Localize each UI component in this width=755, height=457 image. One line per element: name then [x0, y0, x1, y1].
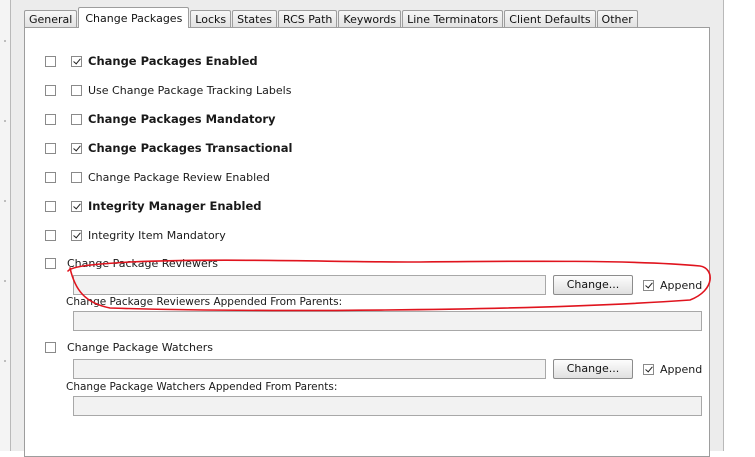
option-row-integrity-manager: Integrity Manager Enabled	[25, 198, 261, 214]
reviewers-append-checkbox[interactable]	[643, 279, 654, 291]
tab-strip: General Change Packages Locks States RCS…	[24, 7, 639, 28]
tab-other[interactable]: Other	[596, 10, 638, 27]
watchers-override-checkbox[interactable]	[45, 341, 56, 353]
option-row-mandatory: Change Packages Mandatory	[25, 111, 276, 127]
watchers-label: Change Package Watchers	[67, 340, 213, 354]
reviewers-override-checkbox[interactable]	[45, 257, 56, 269]
item-mandatory-checkbox[interactable]	[71, 229, 82, 241]
watchers-change-button[interactable]: Change...	[553, 359, 633, 379]
tab-locks[interactable]: Locks	[190, 10, 232, 27]
watchers-input[interactable]	[73, 359, 546, 379]
reviewers-append: Append	[643, 277, 702, 293]
reviewers-input[interactable]	[73, 275, 546, 295]
review-enabled-checkbox[interactable]	[71, 171, 82, 183]
option-label: Integrity Manager Enabled	[88, 199, 262, 213]
option-label: Change Package Review Enabled	[88, 170, 270, 184]
option-row-item-mandatory: Integrity Item Mandatory	[25, 227, 226, 243]
reviewers-appended-field	[73, 311, 702, 331]
tab-general[interactable]: General	[24, 10, 78, 27]
transactional-checkbox[interactable]	[71, 142, 82, 154]
change-packages-enabled-checkbox[interactable]	[71, 55, 82, 67]
override-checkbox[interactable]	[45, 229, 56, 241]
override-checkbox[interactable]	[45, 200, 56, 212]
option-label: Change Packages Transactional	[88, 141, 293, 155]
reviewers-appended-label: Change Package Reviewers Appended From P…	[66, 296, 343, 308]
tracking-labels-checkbox[interactable]	[71, 84, 82, 96]
watchers-append-label: Append	[660, 362, 703, 376]
override-checkbox[interactable]	[45, 84, 56, 96]
override-checkbox[interactable]	[45, 142, 56, 154]
option-row-transactional: Change Packages Transactional	[25, 140, 292, 156]
override-checkbox[interactable]	[45, 55, 56, 67]
watchers-append-checkbox[interactable]	[643, 363, 654, 375]
change-packages-panel: Change Packages Enabled Use Change Packa…	[24, 27, 710, 457]
option-row-change-packages-enabled: Change Packages Enabled	[25, 53, 258, 69]
option-label: Use Change Package Tracking Labels	[88, 83, 292, 97]
watchers-row: Change Package Watchers	[25, 339, 213, 355]
mandatory-checkbox[interactable]	[71, 113, 82, 125]
reviewers-append-label: Append	[660, 278, 703, 292]
option-label: Integrity Item Mandatory	[88, 228, 226, 242]
tab-states[interactable]: States	[232, 10, 277, 27]
watchers-appended-label: Change Package Watchers Appended From Pa…	[66, 381, 338, 393]
tab-rcs-path[interactable]: RCS Path	[277, 10, 338, 27]
integrity-manager-checkbox[interactable]	[71, 200, 82, 212]
reviewers-change-button[interactable]: Change...	[553, 275, 633, 295]
watchers-append: Append	[643, 361, 702, 377]
reviewers-label: Change Package Reviewers	[67, 256, 218, 270]
tab-line-terminators[interactable]: Line Terminators	[402, 10, 504, 27]
override-checkbox[interactable]	[45, 113, 56, 125]
tab-change-packages[interactable]: Change Packages	[78, 7, 190, 28]
reviewers-row: Change Package Reviewers	[25, 255, 218, 271]
option-label: Change Packages Enabled	[88, 54, 258, 68]
option-row-tracking-labels: Use Change Package Tracking Labels	[25, 82, 291, 98]
option-label: Change Packages Mandatory	[88, 112, 276, 126]
override-checkbox[interactable]	[45, 171, 56, 183]
tab-client-defaults[interactable]: Client Defaults	[504, 10, 596, 27]
option-row-review-enabled: Change Package Review Enabled	[25, 169, 270, 185]
watchers-appended-field	[73, 396, 702, 416]
tab-keywords[interactable]: Keywords	[338, 10, 402, 27]
